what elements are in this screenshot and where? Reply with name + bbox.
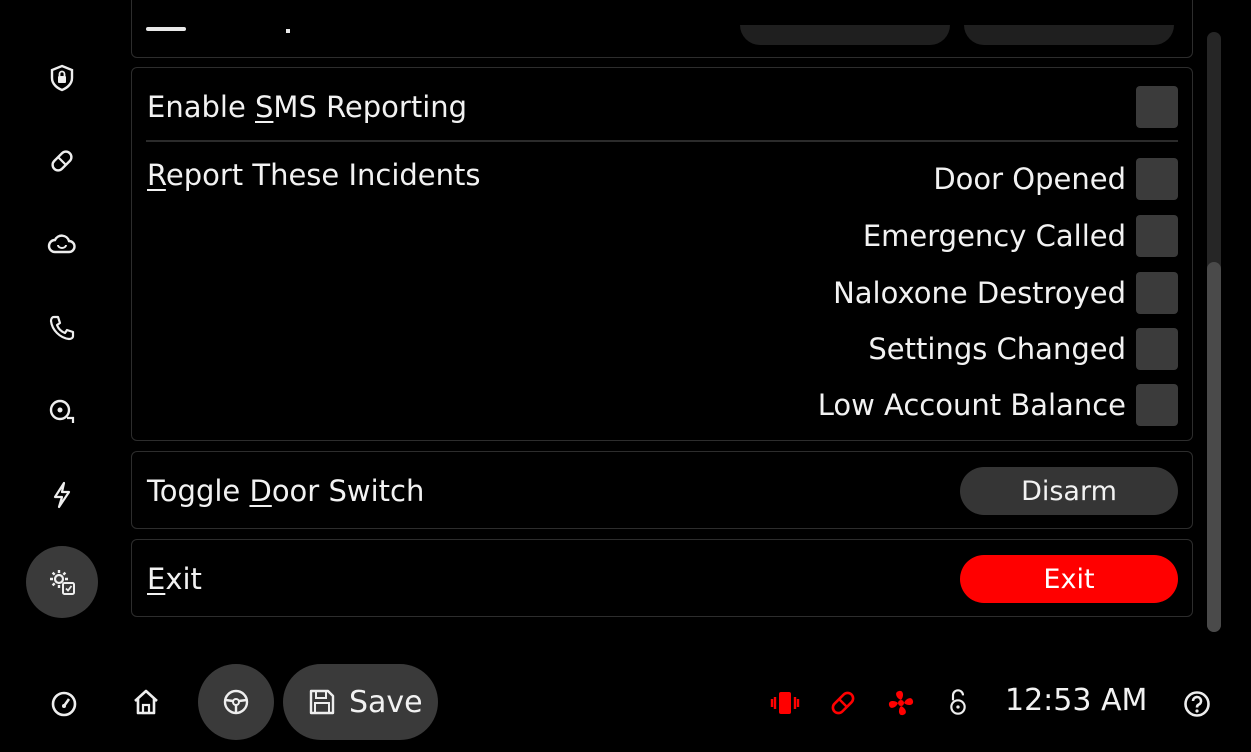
steering-wheel-icon xyxy=(223,689,249,715)
scrollbar-thumb[interactable] xyxy=(1207,262,1221,632)
clipped-button[interactable] xyxy=(740,25,950,45)
help-button[interactable] xyxy=(1181,688,1213,720)
door-switch-label: Toggle Door Switch xyxy=(147,474,425,508)
scrollbar[interactable] xyxy=(1207,32,1221,632)
clock: 12:53 AM xyxy=(1005,683,1148,718)
shield-lock-icon xyxy=(50,64,74,92)
clipped-button[interactable] xyxy=(964,25,1174,45)
incident-door-opened: Door Opened xyxy=(933,156,1178,202)
incident-checkbox[interactable] xyxy=(1136,215,1178,257)
enable-sms-checkbox[interactable] xyxy=(1136,86,1178,128)
exit-button[interactable]: Exit xyxy=(960,555,1178,603)
pill-icon xyxy=(51,150,73,172)
medication-status xyxy=(826,686,860,720)
exit-label: Exit xyxy=(147,562,202,596)
unlocked-icon xyxy=(950,689,966,715)
disarm-button[interactable]: Disarm xyxy=(960,467,1178,515)
help-question-icon xyxy=(1184,691,1210,717)
nav-phone[interactable] xyxy=(34,300,90,356)
fan-status xyxy=(882,684,920,722)
incident-checkbox[interactable] xyxy=(1136,272,1178,314)
incident-checkbox[interactable] xyxy=(1136,384,1178,426)
save-label: Save xyxy=(349,684,423,720)
incident-naloxone-destroyed: Naloxone Destroyed xyxy=(833,270,1178,316)
incident-label: Low Account Balance xyxy=(817,388,1126,422)
incident-settings-changed: Settings Changed xyxy=(868,326,1178,372)
clipped-label-fragment xyxy=(286,29,290,33)
door-switch-panel: Toggle Door Switch Disarm xyxy=(131,451,1193,529)
alarm-bell-icon xyxy=(49,399,75,423)
pill-icon xyxy=(831,691,855,715)
incident-label: Door Opened xyxy=(933,162,1126,196)
nav-cloud[interactable] xyxy=(34,216,90,272)
incident-label: Emergency Called xyxy=(862,219,1126,253)
incident-label: Settings Changed xyxy=(868,332,1126,366)
nav-security[interactable] xyxy=(34,50,90,106)
lightning-icon xyxy=(53,481,71,509)
previous-setting-panel xyxy=(131,0,1193,58)
divider xyxy=(146,140,1178,142)
cloud-icon xyxy=(47,234,76,254)
steering-wheel-button[interactable] xyxy=(198,664,274,740)
report-incidents-label: Report These Incidents xyxy=(147,158,481,192)
save-button[interactable]: Save xyxy=(283,664,438,740)
vibration-icon xyxy=(770,692,800,714)
fan-icon xyxy=(888,690,914,716)
dashboard-button[interactable] xyxy=(48,688,80,720)
floppy-disk-icon xyxy=(309,689,335,715)
incident-low-account-balance: Low Account Balance xyxy=(818,382,1178,428)
nav-power[interactable] xyxy=(34,467,90,523)
nav-medication[interactable] xyxy=(34,133,90,189)
clipped-label-fragment xyxy=(146,27,186,31)
settings-gear-icon xyxy=(50,570,75,595)
enable-sms-label: Enable SMS Reporting xyxy=(147,90,468,124)
incident-checkbox[interactable] xyxy=(1136,328,1178,370)
vibration-status xyxy=(768,686,802,720)
incident-label: Naloxone Destroyed xyxy=(833,276,1126,310)
home-button[interactable] xyxy=(128,684,164,720)
sms-reporting-panel: Enable SMS Reporting Report These Incide… xyxy=(131,67,1193,441)
exit-panel: Exit Exit xyxy=(131,539,1193,617)
nav-alarm[interactable] xyxy=(34,383,90,439)
speedometer-icon xyxy=(51,691,77,717)
incident-checkbox[interactable] xyxy=(1136,158,1178,200)
lock-status xyxy=(942,682,974,722)
phone-icon xyxy=(49,315,75,341)
incident-emergency-called: Emergency Called xyxy=(863,213,1178,259)
home-icon xyxy=(134,689,158,715)
nav-settings[interactable] xyxy=(26,546,98,618)
